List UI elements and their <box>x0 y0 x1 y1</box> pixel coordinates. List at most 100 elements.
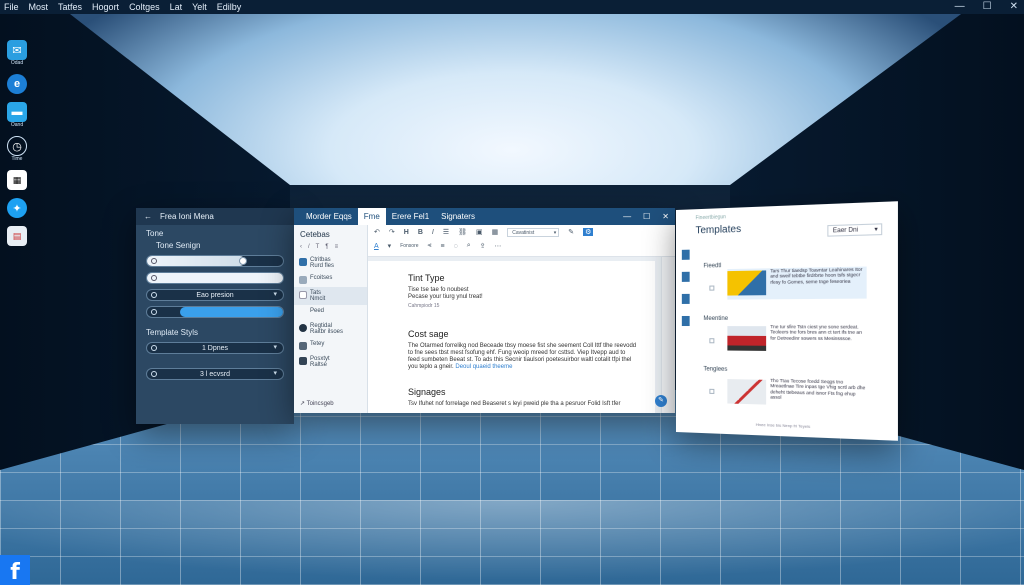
template-thumbnail <box>727 270 766 295</box>
templates-filter-dropdown[interactable]: Eaer Dni ▾ <box>827 223 882 236</box>
tab-fme[interactable]: Fme <box>358 208 386 225</box>
italic-icon[interactable]: I <box>432 229 434 236</box>
section-heading: Tenglees <box>703 366 727 372</box>
slider-knob[interactable] <box>239 257 247 265</box>
desktop-icon-label: Odad <box>11 60 23 66</box>
menu-edilby[interactable]: Edilby <box>217 0 242 14</box>
close-icon[interactable]: ✕ <box>662 208 669 225</box>
sidebar-item[interactable]: Peed <box>294 305 367 320</box>
desktop-icon-label: Time <box>12 156 23 162</box>
intensity-slider[interactable] <box>146 306 284 318</box>
desktop-icon-twitter[interactable]: ✦ <box>4 198 30 218</box>
doc-link[interactable]: Deoul quaeid theeme <box>455 364 512 370</box>
file-icon <box>299 258 307 266</box>
menu-yelt[interactable]: Yelt <box>192 0 207 14</box>
menu-hogort[interactable]: Hogort <box>92 0 119 14</box>
sidebar-item[interactable]: Ctritbas Rurd fles <box>294 254 367 272</box>
template-checkbox[interactable] <box>709 286 714 291</box>
template-checkbox[interactable] <box>709 389 714 394</box>
clock-icon: ◷ <box>7 136 27 156</box>
sidebar-item[interactable]: Tetey <box>294 338 367 353</box>
vertical-scrollbar[interactable] <box>661 257 675 413</box>
sidebar-tool[interactable]: / <box>308 244 310 250</box>
desktop-icon-edge[interactable]: e <box>4 74 30 94</box>
document-editor-window: Morder Eqqs Fme Erere Fel1 Signaters — ☐… <box>294 208 675 413</box>
link-icon[interactable]: ⛓ <box>458 228 467 236</box>
maximize-icon[interactable]: ☐ <box>983 0 992 14</box>
facebook-icon[interactable]: f <box>0 555 30 585</box>
menu-most[interactable]: Most <box>29 0 49 14</box>
undo-icon[interactable]: ↶ <box>374 228 380 236</box>
table-icon[interactable]: ▦ <box>492 228 499 236</box>
sidebar-item-title: Fcoitses <box>310 275 332 281</box>
template-card[interactable]: Tars Thur tiaedsp Toavntar Leahinares It… <box>727 267 866 300</box>
sidebar-item-title: Peed <box>310 308 324 314</box>
os-menu-bar: File Most Tatfes Hogort Coltges Lat Yelt… <box>0 0 1024 14</box>
align-center-icon[interactable]: ≡ <box>440 243 444 250</box>
template-card[interactable]: Tne tur sfire Tstn ciest yne sone serdea… <box>727 324 866 356</box>
chevron-down-icon: ▾ <box>273 343 277 353</box>
desktop-icon-clock[interactable]: ◷ Time <box>4 136 30 162</box>
panel-title-bar: ← Frea Ioni Mena <box>136 208 294 225</box>
sidebar-footer[interactable]: ↗ Toincsgeb <box>300 400 334 407</box>
template-card[interactable]: Tho Ttau Tecose fcedd Seqgs tno Mreaetln… <box>727 377 866 412</box>
sidebar-item[interactable]: Fcoitses <box>294 272 367 287</box>
style-option-1[interactable]: 1 Dpnes ▾ <box>146 342 284 354</box>
style-option-2[interactable]: 3 l ecvsrd ▾ <box>146 368 284 380</box>
text-color-icon[interactable]: A <box>374 243 379 250</box>
more-icon[interactable]: ⋯ <box>495 242 502 250</box>
settings-icon[interactable]: ⚙ <box>583 228 593 236</box>
sidebar-item[interactable]: Posxtyt Raltse <box>294 353 367 371</box>
template-checkbox[interactable] <box>709 338 714 343</box>
tone-input[interactable] <box>146 272 284 284</box>
menu-lat[interactable]: Lat <box>170 0 183 14</box>
maximize-icon[interactable]: ☐ <box>643 208 650 225</box>
document-page[interactable]: Tint Type Tise tse tae fo noubest Pecase… <box>368 261 655 413</box>
menu-tatfes[interactable]: Tatfes <box>58 0 82 14</box>
minimize-icon[interactable]: — <box>623 208 631 225</box>
align-left-icon[interactable]: ⫷ <box>428 242 432 250</box>
list-icon[interactable]: ☰ <box>443 228 449 236</box>
sidebar-item[interactable]: Regtidal Raitbr ilsoes <box>294 320 367 338</box>
image-icon[interactable]: ▣ <box>476 228 483 236</box>
edit-fab-icon[interactable]: ✎ <box>655 395 667 407</box>
sidebar-tool[interactable]: ¶ <box>325 244 328 250</box>
template-thumb-strip <box>682 250 690 350</box>
option-eao-presion[interactable]: Eao presion ▾ <box>146 289 284 301</box>
share-icon[interactable]: ⇪ <box>480 242 486 250</box>
heading-icon[interactable]: H <box>404 229 409 236</box>
sidebar-tool[interactable]: ‹ <box>300 244 302 250</box>
redo-icon[interactable]: ↷ <box>389 228 395 236</box>
close-icon[interactable]: ✕ <box>1010 0 1018 14</box>
desktop-icon-chat[interactable]: ✉ Odad <box>4 40 30 66</box>
comment-icon[interactable]: ◌ <box>454 243 458 250</box>
pen-icon[interactable]: ✎ <box>568 228 574 236</box>
spacer-icon <box>299 309 307 317</box>
highlight-icon[interactable]: ▾ <box>388 242 392 250</box>
templates-footer: Hnee Inse bis Nenp fri Teyeis <box>676 419 898 432</box>
sidebar-item-selected[interactable]: Tats Nmcit <box>294 287 367 305</box>
desktop-icon-label: Oand <box>11 122 23 128</box>
desktop-icon-folder[interactable]: ▬ Oand <box>4 102 30 128</box>
tab-erere-fel[interactable]: Erere Fel1 <box>386 208 435 225</box>
sidebar-tool[interactable]: ≡ <box>335 244 339 250</box>
tone-slider[interactable] <box>146 255 284 267</box>
desktop-icon-document[interactable]: ▤ <box>4 226 30 246</box>
editor-title-bar: Morder Eqqs Fme Erere Fel1 Signaters — ☐… <box>294 208 675 225</box>
doc-heading-2: Cost sage <box>408 329 637 339</box>
doc-paragraph-3: Tsv Ifuhet nof forrelage ned Beaseret s … <box>408 401 637 408</box>
search-icon[interactable]: ⌕ <box>467 242 471 250</box>
minimize-icon[interactable]: — <box>955 0 965 14</box>
bold-icon[interactable]: B <box>418 229 423 236</box>
back-arrow-icon[interactable]: ← <box>144 212 152 221</box>
menu-coltges[interactable]: Coltges <box>129 0 160 14</box>
tab-signaters[interactable]: Signaters <box>435 208 481 225</box>
sidebar-item-sub: Nmcit <box>310 296 325 302</box>
doc-heading-1: Tint Type <box>408 273 637 283</box>
font-select[interactable]: Cavatinist ▾ <box>507 228 559 237</box>
menu-file[interactable]: File <box>4 0 19 14</box>
tab-morder-eqqs[interactable]: Morder Eqqs <box>300 208 358 225</box>
style-label[interactable]: Fonsore <box>400 243 418 249</box>
desktop-icon-qr[interactable]: ▦ <box>4 170 30 190</box>
sidebar-tool[interactable]: T <box>316 244 320 250</box>
